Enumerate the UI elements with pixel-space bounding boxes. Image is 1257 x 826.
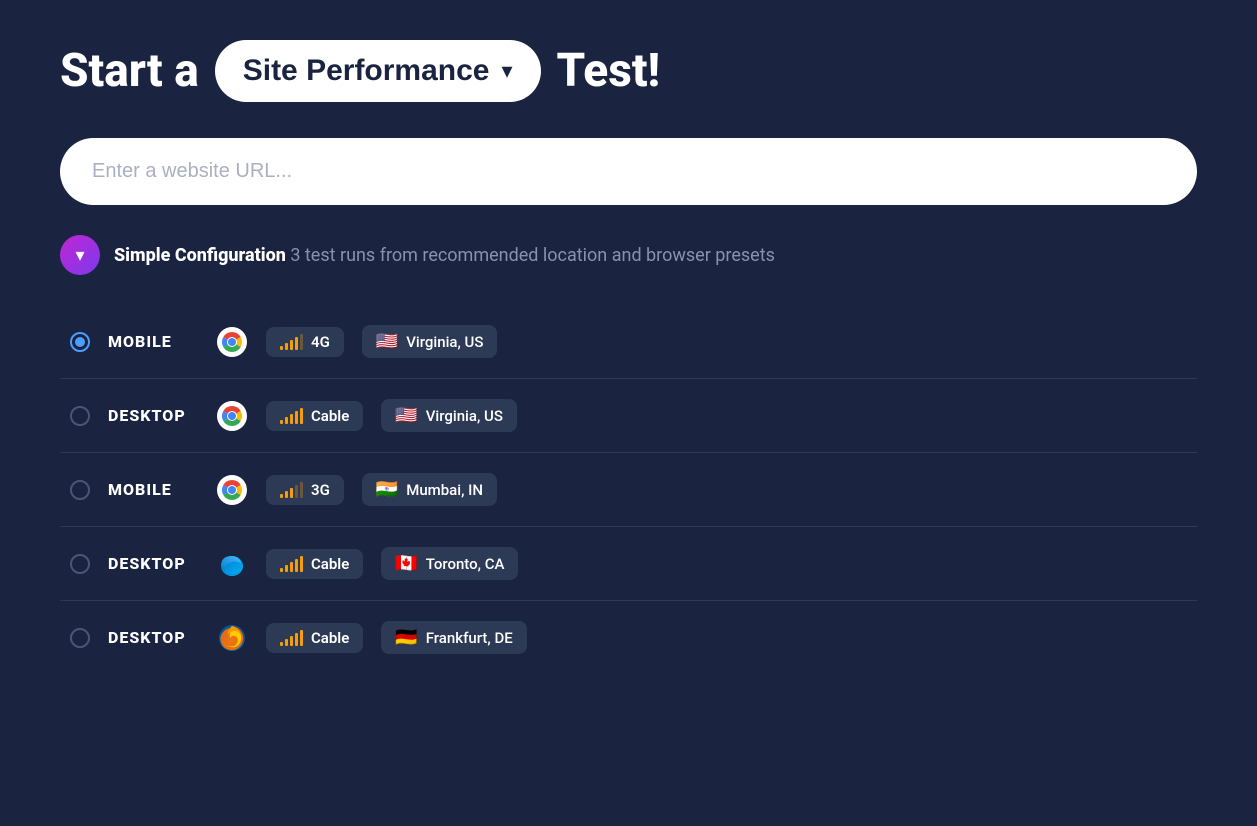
device-label: DESKTOP: [108, 554, 198, 573]
chrome-browser-icon: [216, 474, 248, 506]
radio-button[interactable]: [70, 554, 90, 574]
signal-bars-icon: [280, 556, 303, 572]
url-input[interactable]: [60, 138, 1197, 205]
location-badge: 🇨🇦 Toronto, CA: [381, 547, 518, 580]
device-label: MOBILE: [108, 332, 198, 351]
test-type-dropdown[interactable]: Site Performance ▾: [215, 40, 541, 102]
chevron-down-icon: ▾: [75, 245, 84, 266]
speed-badge: Cable: [266, 623, 363, 653]
location-label: Mumbai, IN: [406, 481, 483, 499]
speed-badge: 4G: [266, 327, 344, 357]
location-label: Virginia, US: [426, 407, 503, 425]
location-label: Frankfurt, DE: [426, 629, 513, 647]
chevron-down-icon: ▾: [502, 58, 513, 84]
test-row[interactable]: DESKTOP Cable 🇺🇸 Virginia, US: [60, 379, 1197, 453]
speed-label: 3G: [311, 481, 330, 499]
location-label: Virginia, US: [406, 333, 483, 351]
chrome-browser-icon: [216, 400, 248, 432]
test-row[interactable]: MOBILE 3G 🇮🇳 Mumbai, IN: [60, 453, 1197, 527]
simple-config-sub-label: 3 test runs from recommended location an…: [290, 245, 775, 266]
radio-button[interactable]: [70, 332, 90, 352]
radio-button[interactable]: [70, 406, 90, 426]
flag-icon: 🇺🇸: [376, 331, 398, 352]
header-suffix: Test!: [557, 44, 661, 98]
speed-label: Cable: [311, 629, 349, 647]
speed-badge: 3G: [266, 475, 344, 505]
location-badge: 🇺🇸 Virginia, US: [362, 325, 498, 358]
location-badge: 🇮🇳 Mumbai, IN: [362, 473, 497, 506]
edge-browser-icon: [216, 548, 248, 580]
expand-config-button[interactable]: ▾: [60, 235, 100, 275]
header-row: Start a Site Performance ▾ Test!: [60, 40, 1197, 102]
signal-bars-icon: [280, 630, 303, 646]
flag-icon: 🇮🇳: [376, 479, 398, 500]
radio-button[interactable]: [70, 628, 90, 648]
speed-label: Cable: [311, 407, 349, 425]
signal-bars-icon: [280, 334, 303, 350]
chrome-browser-icon: [216, 326, 248, 358]
signal-bars-icon: [280, 482, 303, 498]
signal-bars-icon: [280, 408, 303, 424]
simple-config-bold-label: Simple Configuration: [114, 245, 286, 266]
simple-config-label: Simple Configuration 3 test runs from re…: [114, 245, 775, 266]
test-rows-container: MOBILE 4G 🇺🇸 Virginia, US DESKTOP: [60, 305, 1197, 674]
speed-label: 4G: [311, 333, 330, 351]
flag-icon: 🇺🇸: [395, 405, 417, 426]
device-label: DESKTOP: [108, 406, 198, 425]
firefox-browser-icon: [216, 622, 248, 654]
device-label: DESKTOP: [108, 628, 198, 647]
dropdown-label: Site Performance: [243, 54, 490, 88]
radio-button[interactable]: [70, 480, 90, 500]
test-row[interactable]: DESKTOP Cable 🇩🇪 Frankfurt, DE: [60, 601, 1197, 674]
device-label: MOBILE: [108, 480, 198, 499]
location-label: Toronto, CA: [426, 555, 505, 573]
page-container: Start a Site Performance ▾ Test! ▾ Simpl…: [60, 40, 1197, 674]
flag-icon: 🇨🇦: [395, 553, 417, 574]
speed-badge: Cable: [266, 549, 363, 579]
speed-label: Cable: [311, 555, 349, 573]
simple-config-row: ▾ Simple Configuration 3 test runs from …: [60, 235, 1197, 275]
flag-icon: 🇩🇪: [395, 627, 417, 648]
test-row[interactable]: MOBILE 4G 🇺🇸 Virginia, US: [60, 305, 1197, 379]
speed-badge: Cable: [266, 401, 363, 431]
location-badge: 🇩🇪 Frankfurt, DE: [381, 621, 526, 654]
url-input-container: [60, 138, 1197, 205]
location-badge: 🇺🇸 Virginia, US: [381, 399, 517, 432]
header-prefix: Start a: [60, 44, 199, 98]
test-row[interactable]: DESKTOP Cable 🇨🇦 Toronto, CA: [60, 527, 1197, 601]
